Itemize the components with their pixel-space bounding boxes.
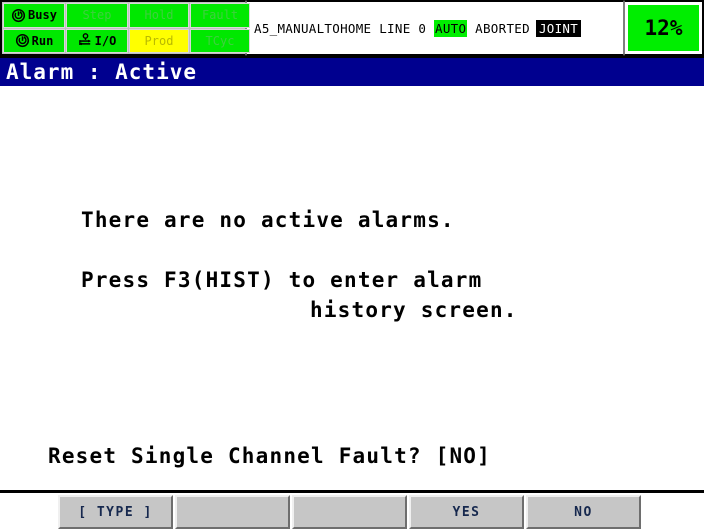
program-name: A5_MANUALTOHOME [254,20,372,36]
status-indicator-label: Busy [28,8,57,23]
function-key-bar-right-pad [642,493,704,532]
status-indicator-label: Step [82,8,112,23]
function-key-f3[interactable] [292,495,407,529]
function-key-f5-no[interactable]: NO [526,495,641,529]
line-label: LINE [379,20,411,36]
speed-override-value: 12% [628,5,699,51]
run-state: ABORTED [475,20,530,36]
coord-system-badge: JOINT [535,19,582,37]
cycle-arrow-icon [11,8,26,22]
alarm-history-hint-line1: Press F3(HIST) to enter alarm [81,268,483,292]
function-key-f2[interactable] [175,495,290,529]
page-title: Alarm : Active [6,60,198,84]
status-indicator-prod: Prod [129,28,189,53]
screen-title-bar: Alarm : Active [0,56,704,86]
no-active-alarms-message: There are no active alarms. [81,208,455,232]
status-indicator-grid: Busy Step Hold Fault Run I/O Prod TCyc [0,0,250,56]
teach-pendant-status-header: Busy Step Hold Fault Run I/O Prod TCyc A… [0,0,704,56]
status-indicator-hold: Hold [129,3,189,28]
status-indicator-step: Step [66,3,128,28]
alarm-active-screen-body: There are no active alarms. Press F3(HIS… [0,86,704,490]
reset-fault-prompt: Reset Single Channel Fault? [NO] [48,444,491,468]
speed-override-box: 12% [624,0,704,56]
status-indicator-label: Fault [201,8,239,23]
status-indicator-run: Run [3,28,65,53]
status-indicator-label: TCyc [205,33,235,48]
function-key-f1-type[interactable]: [ TYPE ] [58,495,173,529]
io-exchange-icon [78,33,91,46]
status-indicator-busy: Busy [3,3,65,28]
program-status-line: A5_MANUALTOHOME LINE 0 AUTO ABORTED JOINT [254,19,582,37]
program-status-strip: A5_MANUALTOHOME LINE 0 AUTO ABORTED JOINT [246,0,624,56]
cycle-arrow-icon [15,34,29,48]
line-number: 0 [418,20,427,36]
status-indicator-label: Run [31,33,54,48]
alarm-history-hint-line2: history screen. [310,298,518,322]
status-indicator-label: Prod [144,33,174,48]
function-key-bar-left-pad [0,493,57,532]
function-key-f4-yes[interactable]: YES [409,495,524,529]
status-indicator-label: Hold [144,8,174,23]
status-indicator-fault: Fault [190,3,250,28]
operating-mode-badge: AUTO [434,19,468,37]
function-key-bar: [ TYPE ] YES NO [0,490,704,532]
status-indicator-io: I/O [66,28,128,53]
status-indicator-label: I/O [94,33,117,48]
status-indicator-tcyc: TCyc [190,28,250,53]
